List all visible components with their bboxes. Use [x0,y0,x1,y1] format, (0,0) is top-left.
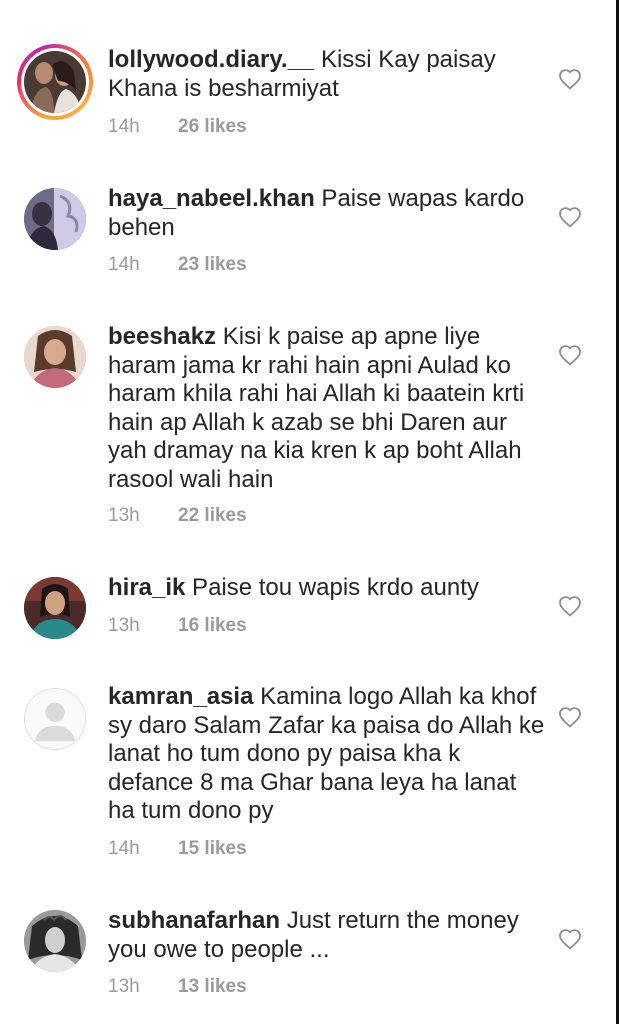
comment-meta: 14h 15 likes [108,838,247,860]
comment-username[interactable]: haya_nabeel.khan [108,185,315,212]
comment-body: hira_ik Paise tou wapis krdo aunty [108,574,548,603]
comment-username[interactable]: hira_ik [108,574,185,601]
avatar-photo [24,188,86,250]
default-avatar-icon [25,689,85,749]
avatar[interactable] [24,688,86,750]
comment-username[interactable]: beeshakz [108,323,216,350]
comment-likes-count[interactable]: 15 likes [178,838,247,859]
avatar[interactable] [24,577,86,639]
heart-outline-icon[interactable] [558,68,582,90]
avatar[interactable] [24,326,86,388]
avatar-photo [24,51,86,113]
avatar [24,51,86,113]
avatar-story-ring[interactable] [17,44,93,120]
comment-text: Paise tou wapis krdo aunty [185,574,479,601]
comment-username[interactable]: lollywood.diary.__ [108,46,314,73]
comment-likes-count[interactable]: 22 likes [178,505,247,526]
comment-meta: 13h 16 likes [108,615,247,637]
comment-body: subhanafarhan Just return the money you … [108,907,548,964]
avatar-photo [24,326,86,388]
heart-outline-icon[interactable] [558,344,582,366]
comment-meta: 14h 26 likes [108,116,247,138]
comment-body: beeshakz Kisi k paise ap apne liye haram… [108,323,548,494]
comment-body: kamran_asia Kamina logo Allah ka khof sy… [108,683,548,826]
comment-username[interactable]: kamran_asia [108,683,253,710]
comment-timestamp: 14h [108,838,140,859]
comment-username[interactable]: subhanafarhan [108,907,280,934]
comment-meta: 14h 23 likes [108,254,247,276]
heart-outline-icon[interactable] [558,706,582,728]
comment-timestamp: 13h [108,615,140,636]
heart-outline-icon[interactable] [558,206,582,228]
comment-body: haya_nabeel.khan Paise wapas kardo behen [108,185,548,242]
comment-likes-count[interactable]: 26 likes [178,116,247,137]
comment-likes-count[interactable]: 16 likes [178,615,247,636]
comment-body: lollywood.diary.__ Kissi Kay paisay Khan… [108,46,548,103]
comment-meta: 13h 22 likes [108,505,247,527]
comment-likes-count[interactable]: 13 likes [178,976,247,997]
avatar-photo [24,910,86,972]
comment-timestamp: 13h [108,976,140,997]
comment-likes-count[interactable]: 23 likes [178,254,247,275]
comment-timestamp: 13h [108,505,140,526]
comment-meta: 13h 13 likes [108,976,247,998]
comment-timestamp: 14h [108,116,140,137]
heart-outline-icon[interactable] [558,595,582,617]
avatar-photo [24,577,86,639]
avatar[interactable] [24,188,86,250]
avatar[interactable] [24,910,86,972]
comment-timestamp: 14h [108,254,140,275]
heart-outline-icon[interactable] [558,928,582,950]
